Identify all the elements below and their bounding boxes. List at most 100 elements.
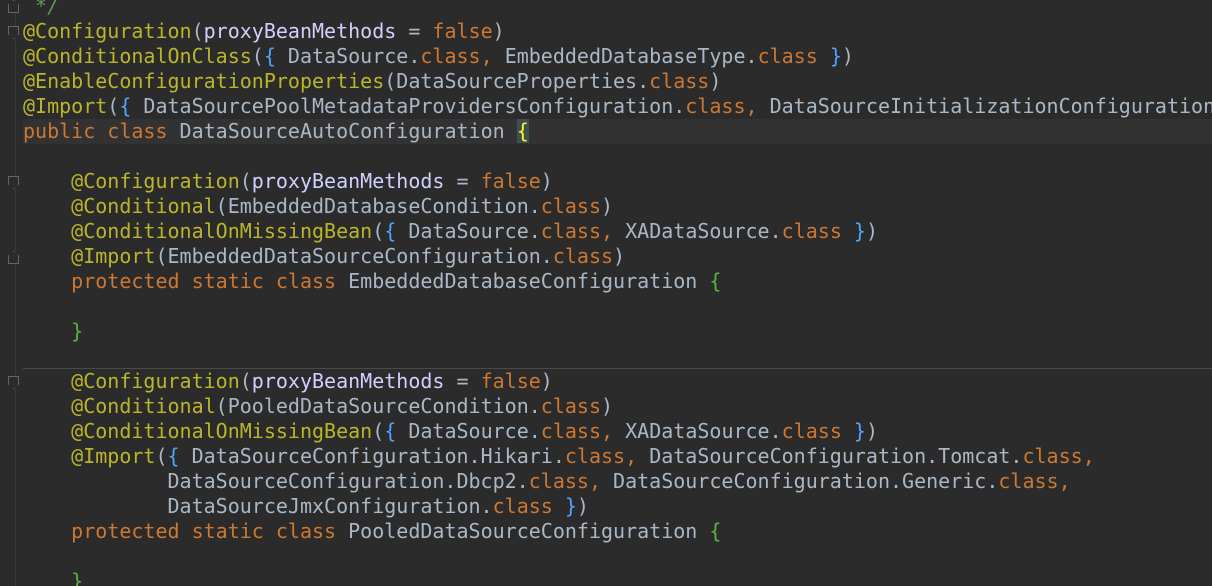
code-line[interactable]: @Conditional(EmbeddedDatabaseCondition.c… xyxy=(23,194,1212,219)
identifier-token: DataSourceInitializationConfiguration xyxy=(769,94,1212,118)
identifier-token: ) xyxy=(576,494,589,518)
brace-token: { xyxy=(384,419,397,443)
keyword-token: class xyxy=(1022,444,1083,468)
identifier-token: DataSourceConfiguration.Tomcat. xyxy=(649,444,1023,468)
identifier-token: DataSourceAutoConfiguration xyxy=(179,119,517,143)
code-line[interactable] xyxy=(23,344,1212,369)
punctuation-token: , xyxy=(601,419,626,443)
punctuation-token: , xyxy=(480,44,505,68)
parameter-token: proxyBeanMethods xyxy=(251,369,445,393)
keyword-token: class xyxy=(564,444,626,468)
code-line[interactable]: @ConditionalOnClass({ DataSource.class, … xyxy=(23,44,1212,69)
code-line[interactable]: DataSourceJmxConfiguration.class }) xyxy=(23,494,1212,519)
code-line[interactable]: } xyxy=(23,319,1212,344)
code-line[interactable]: @ConditionalOnMissingBean({ DataSource.c… xyxy=(23,219,1212,244)
brace-token: } xyxy=(71,569,84,586)
keyword-token: class xyxy=(685,94,746,118)
code-line[interactable]: @Configuration(proxyBeanMethods = false) xyxy=(23,169,1212,194)
code-line[interactable]: @Import({ DataSourcePoolMetadataProvider… xyxy=(23,94,1212,119)
identifier-token: ) xyxy=(492,19,505,43)
identifier-token: XADataSource. xyxy=(625,219,782,243)
identifier-token: DataSourceConfiguration.Generic. xyxy=(613,469,999,493)
code-line[interactable]: @Configuration(proxyBeanMethods = false) xyxy=(23,19,1212,44)
identifier-token xyxy=(842,219,854,243)
identifier-token xyxy=(23,244,71,268)
annotation-token: @ConditionalOnMissingBean xyxy=(71,219,373,243)
code-line[interactable]: @Import(EmbeddedDataSourceConfiguration.… xyxy=(23,244,1212,269)
annotation-token: @Import xyxy=(71,244,156,268)
keyword-token: class xyxy=(781,219,842,243)
identifier-token: ) xyxy=(865,219,879,243)
punctuation-token: , xyxy=(745,94,770,118)
identifier-token: XADataSource. xyxy=(625,419,782,443)
annotation-token: @Conditional xyxy=(71,394,216,418)
identifier-token: ) xyxy=(540,369,553,393)
keyword-token: class xyxy=(998,469,1059,493)
annotation-token: @Import xyxy=(71,444,156,468)
identifier-token xyxy=(23,369,71,393)
identifier-token xyxy=(553,494,565,518)
identifier-token: ( xyxy=(372,419,385,443)
brace-token: } xyxy=(829,44,842,68)
identifier-token xyxy=(842,419,854,443)
code-editor[interactable]: */ @Configuration(proxyBeanMethods = fal… xyxy=(0,0,1212,586)
identifier-token xyxy=(23,444,71,468)
code-line[interactable]: @Import({ DataSourceConfiguration.Hikari… xyxy=(23,444,1212,469)
code-line[interactable]: */ xyxy=(23,0,1212,19)
code-line[interactable] xyxy=(23,294,1212,319)
annotation-token: @Configuration xyxy=(23,19,192,43)
fold-close-icon[interactable] xyxy=(8,251,19,264)
punctuation-token: , xyxy=(588,469,614,493)
brace-token: { xyxy=(709,269,722,293)
annotation-token: @Conditional xyxy=(71,194,216,218)
identifier-token xyxy=(23,519,71,543)
keyword-token: false xyxy=(480,169,541,193)
fold-open-icon[interactable] xyxy=(8,376,19,389)
identifier-token xyxy=(23,219,71,243)
brace-token: { xyxy=(709,519,722,543)
keyword-token: class xyxy=(540,219,602,243)
annotation-token: @Configuration xyxy=(71,169,240,193)
identifier-token: DataSourceConfiguration.Hikari. xyxy=(179,444,565,468)
identifier-token xyxy=(23,194,71,218)
code-line[interactable]: protected static class PooledDataSourceC… xyxy=(23,519,1212,544)
gutter-divider xyxy=(15,0,16,586)
identifier-token: ( xyxy=(191,19,204,43)
annotation-token: @EnableConfigurationProperties xyxy=(23,69,385,93)
identifier-token xyxy=(818,44,830,68)
punctuation-token: , xyxy=(1058,469,1071,493)
matched-brace-token: { xyxy=(516,119,529,143)
identifier-token: ) xyxy=(601,194,614,218)
comment-token: */ xyxy=(23,0,60,18)
fold-open-icon[interactable] xyxy=(8,26,19,39)
keyword-token: class xyxy=(420,44,481,68)
code-line[interactable]: @ConditionalOnMissingBean({ DataSource.c… xyxy=(23,419,1212,444)
keyword-token: class xyxy=(540,194,601,218)
identifier-token: (EmbeddedDatabaseCondition. xyxy=(215,194,541,218)
keyword-token: class xyxy=(781,419,842,443)
identifier-token: ) xyxy=(841,44,854,68)
keyword-token: class xyxy=(528,469,589,493)
keyword-token: false xyxy=(480,369,541,393)
code-line[interactable]: DataSourceConfiguration.Dbcp2.class, Dat… xyxy=(23,469,1212,494)
parameter-token: proxyBeanMethods xyxy=(251,169,445,193)
identifier-token: PooledDataSourceConfiguration xyxy=(348,519,710,543)
code-line[interactable]: protected static class EmbeddedDatabaseC… xyxy=(23,269,1212,294)
editor-gutter[interactable] xyxy=(0,0,23,586)
identifier-token xyxy=(23,169,71,193)
identifier-token: = xyxy=(444,169,481,193)
identifier-token xyxy=(23,269,71,293)
code-line[interactable]: @Conditional(PooledDataSourceCondition.c… xyxy=(23,394,1212,419)
punctuation-token: , xyxy=(1082,444,1095,468)
fold-open-icon[interactable] xyxy=(8,176,19,189)
identifier-token: EmbeddedDatabaseConfiguration xyxy=(348,269,710,293)
identifier-token: DataSourceConfiguration.Dbcp2. xyxy=(23,469,529,493)
identifier-token: ) xyxy=(613,244,626,268)
code-line[interactable]: @EnableConfigurationProperties(DataSourc… xyxy=(23,69,1212,94)
code-line[interactable]: } xyxy=(23,569,1212,586)
fold-close-icon[interactable] xyxy=(8,0,19,13)
code-line[interactable] xyxy=(23,144,1212,169)
code-line-current[interactable]: public class DataSourceAutoConfiguration… xyxy=(23,119,1212,144)
code-line[interactable] xyxy=(23,544,1212,569)
code-line[interactable]: @Configuration(proxyBeanMethods = false) xyxy=(23,369,1212,394)
